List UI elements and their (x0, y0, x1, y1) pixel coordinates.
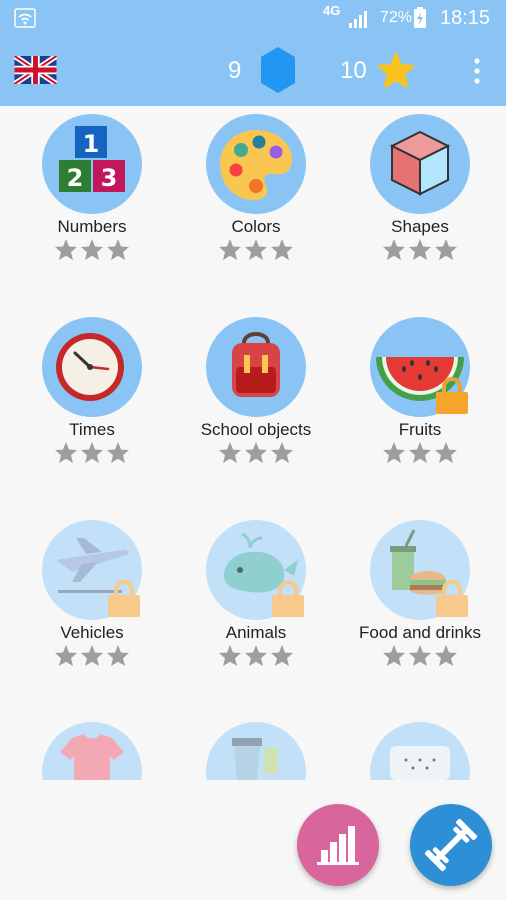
lock-icon (436, 580, 468, 617)
category-label: Vehicles (60, 623, 124, 642)
numbers-blocks-icon: 1 2 3 (59, 126, 125, 192)
category-colors[interactable]: Colors (174, 114, 338, 261)
signal-icon (349, 11, 367, 28)
star-empty-icon (55, 645, 77, 666)
star-empty-icon (245, 239, 267, 260)
sofa-icon (390, 746, 450, 780)
category-partial-home[interactable] (370, 722, 470, 780)
category-image: 1 2 3 (42, 114, 142, 214)
category-stars (10, 238, 174, 261)
more-options-icon[interactable] (470, 56, 484, 86)
paint-palette-icon (220, 130, 292, 200)
svg-text:1: 1 (83, 130, 100, 158)
category-image (206, 317, 306, 417)
category-times[interactable]: Times (10, 317, 174, 464)
battery-percent: 72% (380, 9, 413, 26)
star-empty-icon (107, 442, 129, 463)
star-icon (377, 52, 415, 88)
category-image (42, 317, 142, 417)
gem-icon (261, 47, 295, 93)
star-empty-icon (245, 442, 267, 463)
category-label: Colors (231, 217, 281, 236)
category-image (42, 520, 142, 620)
star-empty-icon (219, 239, 241, 260)
category-stars (338, 441, 502, 464)
category-label: Food and drinks (359, 623, 481, 642)
category-school-objects[interactable]: School objects (174, 317, 338, 464)
practice-button[interactable] (410, 804, 492, 886)
category-partial-kitchen[interactable] (206, 722, 306, 780)
star-empty-icon (409, 239, 431, 260)
star-count: 10 (340, 57, 367, 84)
star-empty-icon (219, 442, 241, 463)
category-label: Shapes (391, 217, 449, 236)
category-food-and-drinks[interactable]: Food and drinks (338, 520, 502, 667)
category-label: Times (69, 420, 115, 439)
star-empty-icon (383, 239, 405, 260)
category-image (370, 520, 470, 620)
star-empty-icon (81, 442, 103, 463)
category-stars (338, 238, 502, 261)
clock-icon (56, 333, 124, 401)
wifi-icon (14, 8, 36, 28)
star-empty-icon (219, 645, 241, 666)
app-bar: 9 10 (0, 36, 506, 106)
battery-charging-icon (414, 7, 426, 28)
star-empty-icon (271, 239, 293, 260)
network-type: 4G (323, 3, 341, 18)
statistics-button[interactable] (297, 804, 379, 886)
star-empty-icon (383, 645, 405, 666)
category-stars (174, 441, 338, 464)
category-label: Fruits (398, 420, 442, 439)
bar-chart-icon (317, 826, 359, 865)
category-shapes[interactable]: Shapes (338, 114, 502, 261)
category-image (370, 114, 470, 214)
star-empty-icon (409, 645, 431, 666)
shirt-icon (60, 734, 124, 780)
star-empty-icon (271, 442, 293, 463)
category-label: School objects (200, 420, 312, 439)
star-empty-icon (81, 645, 103, 666)
category-stars (174, 238, 338, 261)
cube-icon (389, 130, 451, 196)
category-stars (174, 644, 338, 667)
star-empty-icon (435, 442, 457, 463)
category-animals[interactable]: Animals (174, 520, 338, 667)
blender-icon (232, 738, 278, 780)
category-partial-clothes[interactable] (42, 722, 142, 780)
category-label: Numbers (57, 217, 127, 236)
category-fruits[interactable]: Fruits (338, 317, 502, 464)
star-empty-icon (435, 239, 457, 260)
uk-flag-icon[interactable] (14, 56, 57, 84)
svg-text:2: 2 (67, 164, 84, 192)
svg-text:3: 3 (101, 164, 118, 192)
star-empty-icon (435, 645, 457, 666)
lock-icon (272, 580, 304, 617)
category-numbers[interactable]: 1 2 3 Numbers (10, 114, 174, 261)
star-empty-icon (245, 645, 267, 666)
category-image (206, 114, 306, 214)
star-empty-icon (107, 239, 129, 260)
star-empty-icon (55, 239, 77, 260)
status-bar: 4G 72% 18:15 (0, 0, 506, 36)
dumbbell-icon (424, 818, 478, 872)
category-stars (10, 644, 174, 667)
category-label: Animals (225, 623, 287, 642)
star-empty-icon (383, 442, 405, 463)
category-image (370, 317, 470, 417)
gem-count: 9 (228, 57, 242, 84)
star-empty-icon (107, 645, 129, 666)
category-vehicles[interactable]: Vehicles (10, 520, 174, 667)
category-stars (10, 441, 174, 464)
category-stars (338, 644, 502, 667)
lock-icon (436, 377, 468, 414)
backpack-icon (232, 332, 280, 397)
star-empty-icon (81, 239, 103, 260)
star-empty-icon (409, 442, 431, 463)
clock: 18:15 (440, 7, 491, 29)
category-image (206, 520, 306, 620)
star-empty-icon (271, 645, 293, 666)
lock-icon (108, 580, 140, 617)
star-empty-icon (55, 442, 77, 463)
